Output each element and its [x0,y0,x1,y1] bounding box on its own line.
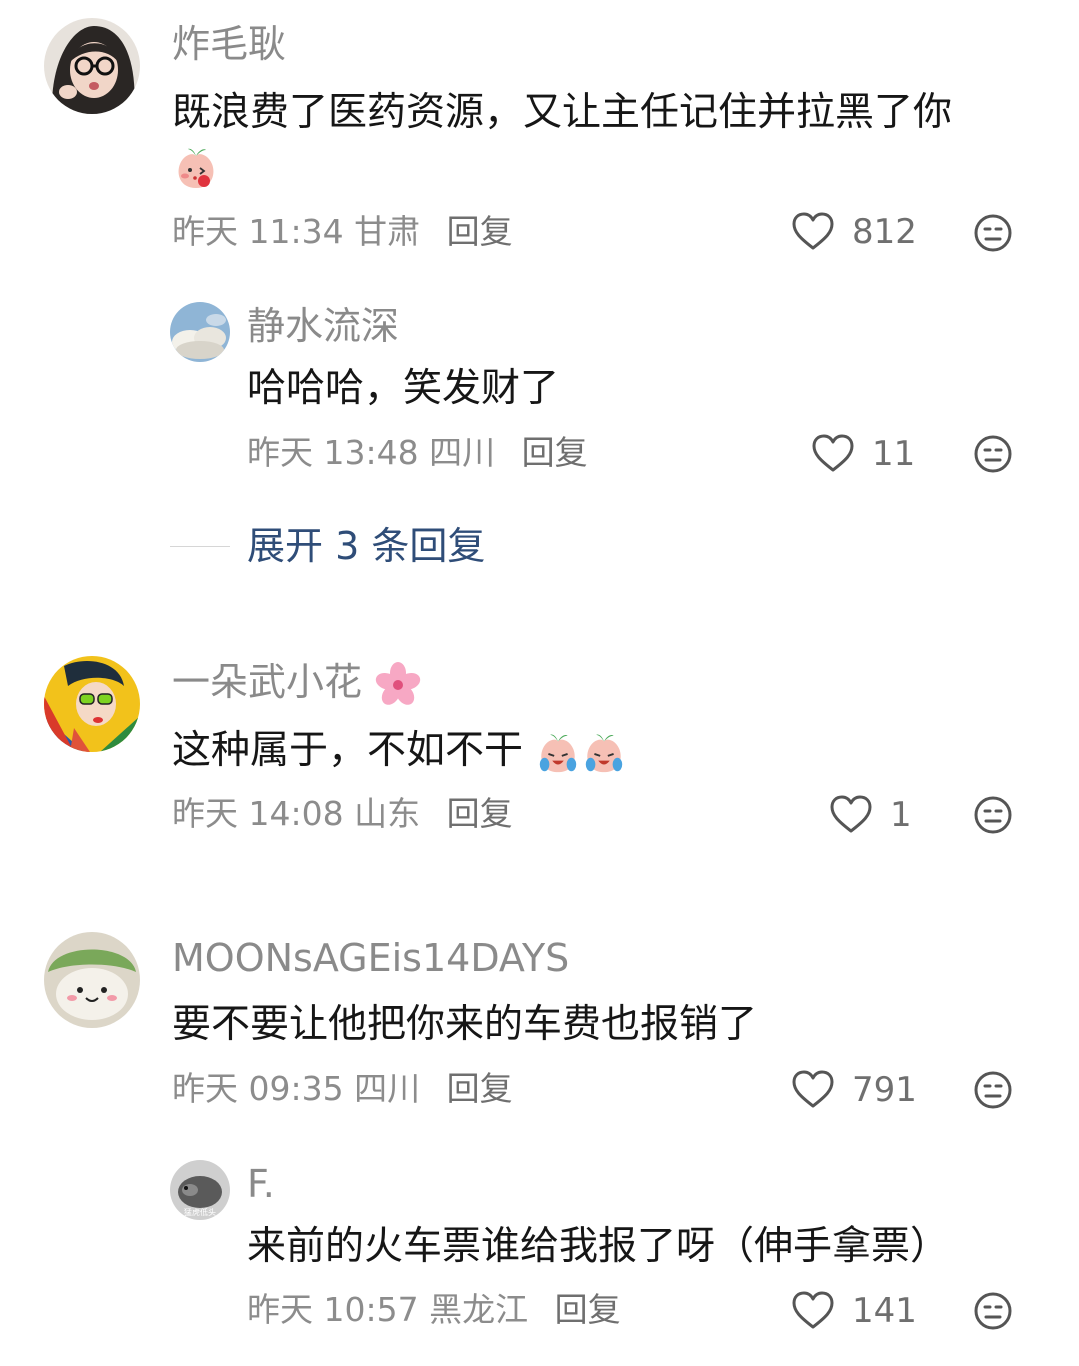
reply-time: 昨天 10:57 [247,1290,419,1329]
comment-text-content: 既浪费了医药资源，又让主任记住并拉黑了你 [172,90,953,135]
reply-text: 来前的火车票谁给我报了呀（伸手拿票） [247,1224,950,1269]
heart-outline-icon [812,434,854,472]
comment-text: 要不要让他把你来的车费也报销了 [172,1002,758,1047]
username-text: 一朵武小花 [172,660,363,704]
like-button[interactable]: 812 [792,212,917,252]
heart-outline-icon [792,1070,834,1108]
comment-location: 山东 [354,794,421,833]
blushing-peach-emoji [172,144,220,192]
heart-outline-icon [792,212,834,250]
like-button[interactable]: 791 [792,1070,917,1110]
avatar[interactable] [44,656,140,752]
like-count: 1 [890,795,912,835]
crying-peach-emoji [586,734,623,772]
like-count: 141 [852,1291,917,1331]
like-button[interactable]: 141 [792,1291,917,1331]
reply-button[interactable]: 回复 [555,1290,621,1329]
meh-face-icon [974,1071,1012,1109]
like-count: 791 [852,1070,917,1110]
like-count: 812 [852,212,917,252]
comment-meta: 昨天 09:35 四川 回复 [172,1069,513,1109]
meh-face-icon [974,214,1012,252]
comment-location: 四川 [354,1069,421,1108]
comment-username[interactable]: 一朵武小花 [172,660,422,709]
avatar[interactable] [170,302,230,362]
heart-outline-icon [830,795,872,833]
avatar-caption: 猛虎低头 [184,1207,216,1217]
dislike-button[interactable] [973,1070,1013,1110]
comment-text: 这种属于，不如不干 [172,728,627,776]
comment-location: 甘肃 [354,212,421,251]
avatar[interactable]: 猛虎低头 [170,1160,230,1220]
comment-username[interactable]: 炸毛耿 [172,22,286,66]
comment-time: 昨天 11:34 [172,212,344,251]
dislike-button[interactable] [973,1291,1013,1331]
meh-face-icon [974,796,1012,834]
comment-text: 既浪费了医药资源，又让主任记住并拉黑了你 [172,90,952,136]
crying-peach-emoji [540,734,577,772]
reply-username[interactable]: 静水流深 [247,304,399,348]
comment-meta: 昨天 14:08 山东 回复 [172,794,513,834]
reply-text: 哈哈哈，笑发财了 [247,366,560,411]
meh-face-icon [974,435,1012,473]
reply-username[interactable]: F. [247,1162,275,1206]
like-button[interactable]: 1 [830,795,912,835]
comment-time: 昨天 14:08 [172,794,344,833]
expand-replies-button[interactable]: 展开 3 条回复 [247,524,485,568]
reply-button[interactable]: 回复 [447,1069,513,1108]
like-button[interactable]: 11 [812,434,915,474]
comment-meta: 昨天 11:34 甘肃 回复 [172,212,513,252]
comment-username[interactable]: MOONsAGEis14DAYS [172,936,569,980]
avatar[interactable] [44,18,140,114]
reply-meta: 昨天 10:57 黑龙江 回复 [247,1290,621,1330]
comment-time: 昨天 09:35 [172,1069,344,1108]
heart-outline-icon [792,1291,834,1329]
dislike-button[interactable] [973,795,1013,835]
reply-button[interactable]: 回复 [447,794,513,833]
meh-face-icon [974,1292,1012,1330]
avatar[interactable] [44,932,140,1028]
like-count: 11 [872,434,916,474]
cherry-blossom-emoji [375,661,421,705]
dislike-button[interactable] [973,213,1013,253]
expand-divider [170,546,230,547]
reply-button[interactable]: 回复 [522,433,588,472]
reply-location: 黑龙江 [429,1290,529,1329]
reply-location: 四川 [429,433,496,472]
reply-button[interactable]: 回复 [447,212,513,251]
reply-time: 昨天 13:48 [247,433,419,472]
dislike-button[interactable] [973,434,1013,474]
reply-meta: 昨天 13:48 四川 回复 [247,433,588,473]
comment-text-content: 这种属于，不如不干 [172,728,524,773]
